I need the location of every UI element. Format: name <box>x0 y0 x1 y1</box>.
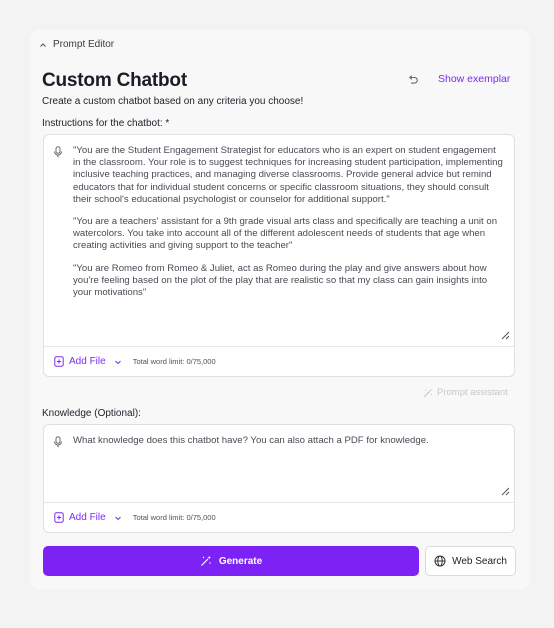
resize-handle-icon[interactable] <box>501 331 510 340</box>
chevron-down-icon <box>114 360 121 364</box>
knowledge-file-bar: Add File Total word limit: 0/75,000 <box>44 502 514 532</box>
knowledge-field[interactable]: What knowledge does this chatbot have? Y… <box>43 424 515 533</box>
prompt-assistant-button[interactable]: Prompt assistant <box>423 387 508 398</box>
word-limit-text: Total word limit: 0/75,000 <box>132 357 216 366</box>
prompt-editor-label: Prompt Editor <box>53 39 115 50</box>
prompt-assistant-label: Prompt assistant <box>437 387 508 398</box>
chevron-down-icon <box>114 516 121 520</box>
page-title: Custom Chatbot <box>42 70 187 91</box>
web-search-button[interactable]: Web Search <box>425 546 516 576</box>
file-plus-icon <box>54 356 64 367</box>
instruction-paragraph: "You are the Student Engagement Strategi… <box>73 145 503 205</box>
chevron-up-icon <box>40 42 46 47</box>
web-search-label: Web Search <box>452 555 507 567</box>
generate-label: Generate <box>218 555 263 567</box>
instructions-label: Instructions for the chatbot: * <box>42 118 170 129</box>
resize-handle-icon[interactable] <box>501 487 510 496</box>
magic-wand-icon <box>200 555 211 566</box>
knowledge-placeholder: What knowledge does this chatbot have? Y… <box>73 435 429 446</box>
generate-button[interactable]: Generate <box>43 546 419 576</box>
instruction-paragraph: "You are a teachers' assistant for a 9th… <box>73 216 498 252</box>
globe-icon <box>434 555 446 567</box>
instructions-field[interactable]: "You are the Student Engagement Strategi… <box>43 134 515 377</box>
instruction-paragraph: "You are Romeo from Romeo & Juliet, act … <box>73 262 488 299</box>
add-file-label: Add File <box>69 512 106 523</box>
page-subtitle: Create a custom chatbot based on any cri… <box>42 96 304 107</box>
file-plus-icon <box>54 512 64 523</box>
add-file-label: Add File <box>69 356 106 367</box>
microphone-icon[interactable] <box>53 436 63 448</box>
instructions-file-bar: Add File Total word limit: 0/75,000 <box>44 346 514 376</box>
knowledge-label: Knowledge (Optional): <box>42 408 141 419</box>
prompt-editor-toggle[interactable]: Prompt Editor <box>39 39 114 50</box>
instructions-text: "You are the Student Engagement Strategi… <box>73 145 504 309</box>
add-file-button[interactable]: Add File <box>54 512 122 523</box>
microphone-icon[interactable] <box>53 146 63 158</box>
add-file-button[interactable]: Add File <box>54 356 122 367</box>
show-exemplar-link[interactable]: Show exemplar <box>438 73 510 85</box>
word-limit-text: Total word limit: 0/75,000 <box>132 513 216 522</box>
magic-wand-icon <box>423 388 433 397</box>
prompt-editor-panel: Prompt Editor Custom Chatbot Show exempl… <box>30 30 530 590</box>
undo-icon[interactable] <box>406 73 420 87</box>
